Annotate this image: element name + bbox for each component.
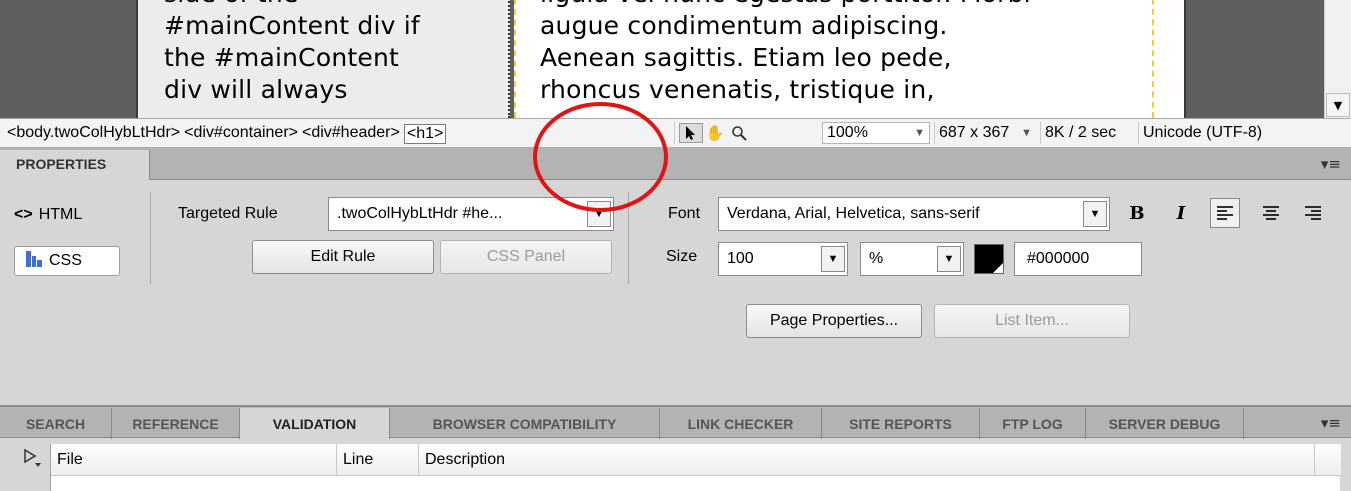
sidebar-column[interactable]: side of the #mainContent div if the #mai…	[136, 0, 510, 118]
text-line: #mainContent div if	[164, 11, 420, 40]
edit-rule-button[interactable]: Edit Rule	[252, 240, 434, 274]
css-panel-label: CSS Panel	[486, 248, 566, 265]
align-left-icon[interactable]	[1210, 198, 1240, 228]
column-border	[1184, 0, 1186, 118]
page-properties-label: Page Properties...	[769, 312, 899, 329]
column-divider	[1152, 0, 1154, 118]
page-properties-button[interactable]: Page Properties...	[746, 304, 922, 338]
vertical-scrollbar[interactable]: ▼	[1324, 0, 1351, 118]
size-select[interactable]: 100 ▼	[718, 242, 848, 276]
color-field[interactable]: #000000	[1014, 242, 1142, 276]
scroll-down-arrow-icon[interactable]: ▼	[1326, 93, 1350, 117]
size-label: Size	[666, 248, 698, 265]
text-line: rhoncus venenatis, tristique in,	[540, 75, 935, 104]
chevron-down-icon[interactable]: ▼	[587, 201, 611, 227]
font-label: Font	[668, 205, 701, 222]
css-panel-button[interactable]: CSS Panel	[440, 240, 612, 274]
size-value: 100	[727, 250, 754, 267]
chevron-down-icon[interactable]: ▼	[821, 246, 845, 272]
text-line: Aenean sagittis. Etiam leo pede,	[540, 43, 952, 72]
css-mode-button[interactable]: CSS	[14, 246, 120, 276]
zoom-tool-icon[interactable]	[727, 123, 751, 143]
css-mode-label: CSS	[49, 252, 82, 269]
chevron-down-icon[interactable]: ▼	[937, 246, 961, 272]
view-tools: ✋	[674, 122, 755, 144]
column-line[interactable]: Line	[337, 444, 419, 476]
design-view[interactable]: side of the #mainContent div if the #mai…	[0, 0, 1351, 118]
properties-tab-bar: PROPERTIES ▾≡	[0, 148, 1351, 180]
download-time: 8K / 2 sec	[1040, 122, 1134, 144]
window-size-value: 687 x 367	[939, 124, 1010, 141]
validation-results-table: File Line Description	[50, 444, 1341, 491]
tab-link-checker[interactable]: LINK CHECKER	[660, 408, 822, 439]
tag-div-header[interactable]: <div#header>	[302, 124, 400, 144]
bold-button[interactable]: B	[1122, 198, 1152, 228]
tab-search[interactable]: SEARCH	[0, 408, 112, 439]
main-text: ligula vel nunc egestas porttitor. Morbi…	[540, 0, 1031, 106]
size-unit-select[interactable]: % ▼	[860, 242, 964, 276]
tag-body[interactable]: <body.twoColHybLtHdr>	[7, 124, 180, 144]
italic-button[interactable]: I	[1166, 198, 1196, 228]
text-line: div will always	[164, 75, 348, 104]
css-icon	[25, 250, 43, 272]
text-line: side of the	[164, 0, 420, 10]
text-line: ligula vel nunc egestas porttitor. Morbi	[540, 0, 1031, 10]
column-file[interactable]: File	[51, 444, 337, 476]
font-select[interactable]: Verdana, Arial, Helvetica, sans-serif ▼	[718, 197, 1110, 231]
tab-server-debug[interactable]: SERVER DEBUG	[1086, 408, 1244, 439]
zoom-value: 100%	[827, 124, 868, 141]
tab-ftp-log[interactable]: FTP LOG	[980, 408, 1086, 439]
align-center-icon[interactable]	[1256, 198, 1286, 228]
encoding: Unicode (UTF-8)	[1138, 122, 1324, 144]
column-border	[136, 0, 138, 118]
column-description[interactable]: Description	[419, 444, 1315, 476]
tab-properties[interactable]: PROPERTIES	[0, 150, 150, 180]
swatch-corner	[993, 263, 1003, 273]
select-tool-icon[interactable]	[679, 123, 703, 143]
targeted-rule-select[interactable]: .twoColHybLtHdr #he... ▼	[328, 197, 614, 231]
tag-selector: <body.twoColHybLtHdr> <div#container> <d…	[7, 124, 447, 144]
panel-menu-icon[interactable]: ▾≡	[1321, 155, 1341, 173]
column-divider	[508, 0, 510, 118]
results-tab-bar: SEARCH REFERENCE VALIDATION BROWSER COMP…	[0, 406, 1351, 439]
validate-play-icon[interactable]	[22, 448, 42, 472]
results-panel: SEARCH REFERENCE VALIDATION BROWSER COMP…	[0, 406, 1351, 491]
targeted-rule-label: Targeted Rule	[178, 205, 278, 222]
color-value: #000000	[1027, 250, 1090, 267]
tab-site-reports[interactable]: SITE REPORTS	[822, 408, 980, 439]
list-item-button[interactable]: List Item...	[934, 304, 1130, 338]
tab-browser-compatibility[interactable]: BROWSER COMPATIBILITY	[390, 408, 660, 439]
properties-panel: PROPERTIES ▾≡ <> HTML CSS Targeted Rule …	[0, 148, 1351, 406]
color-swatch[interactable]	[974, 244, 1004, 274]
tab-validation[interactable]: VALIDATION	[240, 408, 390, 439]
targeted-rule-value: .twoColHybLtHdr #he...	[337, 205, 503, 222]
status-bar: <body.twoColHybLtHdr> <div#container> <d…	[0, 118, 1351, 148]
window-size-select[interactable]: 687 x 367 ▼	[934, 122, 1036, 144]
size-unit-value: %	[869, 250, 884, 267]
text-line: the #mainContent	[164, 43, 400, 72]
panel-menu-icon[interactable]: ▾≡	[1321, 414, 1341, 432]
align-right-icon[interactable]	[1298, 198, 1328, 228]
table-header: File Line Description	[51, 444, 1341, 476]
tag-div-container[interactable]: <div#container>	[184, 124, 298, 144]
list-item-label: List Item...	[995, 312, 1069, 329]
chevron-down-icon: ▼	[1021, 127, 1032, 139]
tab-reference[interactable]: REFERENCE	[112, 408, 240, 439]
hand-tool-icon[interactable]: ✋	[703, 123, 727, 143]
font-value: Verdana, Arial, Helvetica, sans-serif	[727, 205, 980, 222]
html-code-icon: <>	[14, 206, 33, 223]
chevron-down-icon: ▼	[914, 127, 925, 139]
divider	[628, 192, 629, 284]
main-content-column[interactable]: ligula vel nunc egestas porttitor. Morbi…	[514, 0, 1184, 118]
html-mode-button[interactable]: <> HTML	[14, 203, 82, 227]
html-mode-label: HTML	[38, 206, 83, 223]
edit-rule-label: Edit Rule	[310, 248, 376, 265]
divider	[150, 192, 151, 284]
zoom-select[interactable]: 100% ▼	[822, 122, 930, 144]
sidebar-text: side of the #mainContent div if the #mai…	[164, 0, 420, 106]
tag-h1-selected[interactable]: <h1>	[403, 124, 447, 144]
chevron-down-icon[interactable]: ▼	[1083, 201, 1107, 227]
text-line: augue condimentum adipiscing.	[540, 11, 948, 40]
